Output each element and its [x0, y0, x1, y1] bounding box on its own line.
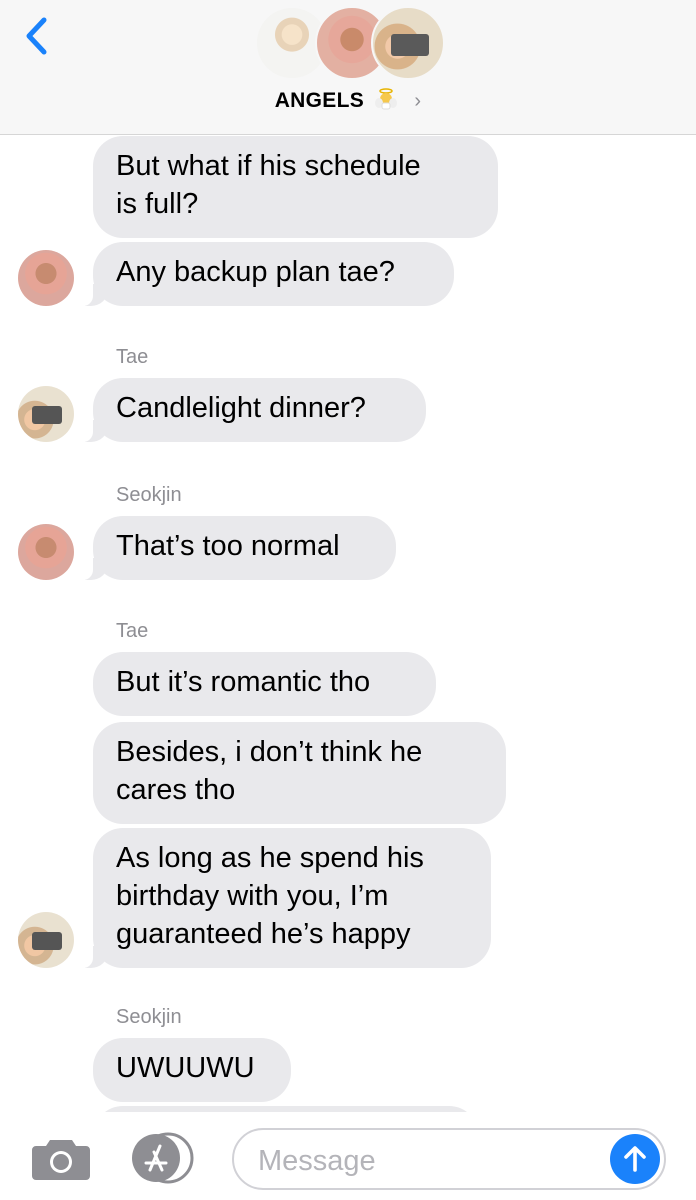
- arrow-up-icon: [624, 1146, 646, 1172]
- group-avatars[interactable]: [255, 6, 445, 82]
- page-title: ANGELS: [274, 89, 365, 112]
- sender-name: Tae: [116, 346, 149, 368]
- message-text: guaranteed he’s happy: [116, 918, 411, 950]
- message-text: cares tho: [116, 774, 236, 806]
- avatar: [371, 6, 445, 80]
- message-input[interactable]: [256, 1140, 600, 1182]
- conversation-header: ANGELS ›: [0, 0, 696, 135]
- message-text: As long as he spend his: [116, 842, 424, 874]
- camera-button[interactable]: [30, 1136, 92, 1182]
- message-text: Any backup plan tae?: [116, 256, 395, 288]
- message-bubble[interactable]: That’s too normal: [79, 516, 396, 580]
- avatar[interactable]: [18, 250, 74, 306]
- message-text: is full?: [116, 188, 199, 220]
- message-text: But it’s romantic tho: [116, 666, 371, 698]
- app-store-icon: [132, 1132, 194, 1184]
- group-name-button[interactable]: ANGELS ›: [0, 88, 696, 113]
- camera-icon: [32, 1140, 90, 1180]
- message-text: Besides, i don’t think he: [116, 736, 423, 768]
- message-field[interactable]: [232, 1128, 666, 1190]
- message-text: But what if his schedule: [116, 150, 421, 182]
- message-bubble[interactable]: But it’s romantic tho: [93, 652, 436, 716]
- message-thread[interactable]: But what if his schedule is full? Any ba…: [0, 134, 696, 1112]
- chevron-left-icon: [26, 17, 47, 55]
- app-store-button[interactable]: [128, 1132, 196, 1184]
- message-text: Candlelight dinner?: [116, 392, 366, 424]
- message-bubble[interactable]: As long as he spend his birthday with yo…: [79, 828, 491, 968]
- baby-angel-emoji-icon: [375, 88, 398, 110]
- message-bubble[interactable]: Any backup plan tae?: [79, 242, 454, 306]
- chevron-right-icon: ›: [414, 90, 422, 112]
- avatar[interactable]: [18, 524, 74, 580]
- avatar[interactable]: [18, 386, 74, 442]
- avatar[interactable]: [18, 912, 74, 968]
- message-bubble[interactable]: But what if his schedule is full?: [93, 136, 498, 238]
- message-text: birthday with you, I’m: [116, 880, 389, 912]
- message-bubble[interactable]: UWUUWU: [93, 1038, 291, 1102]
- sender-name: Seokjin: [116, 1006, 182, 1028]
- send-button[interactable]: [610, 1134, 660, 1184]
- message-bubble[interactable]: Besides, i don’t think he cares tho: [93, 722, 506, 824]
- back-button[interactable]: [18, 14, 54, 58]
- message-text: UWUUWU: [116, 1052, 255, 1084]
- message-bubble[interactable]: Candlelight dinner?: [79, 378, 426, 442]
- message-text: That’s too normal: [116, 530, 340, 562]
- sender-name: Seokjin: [116, 484, 182, 506]
- sender-name: Tae: [116, 620, 149, 642]
